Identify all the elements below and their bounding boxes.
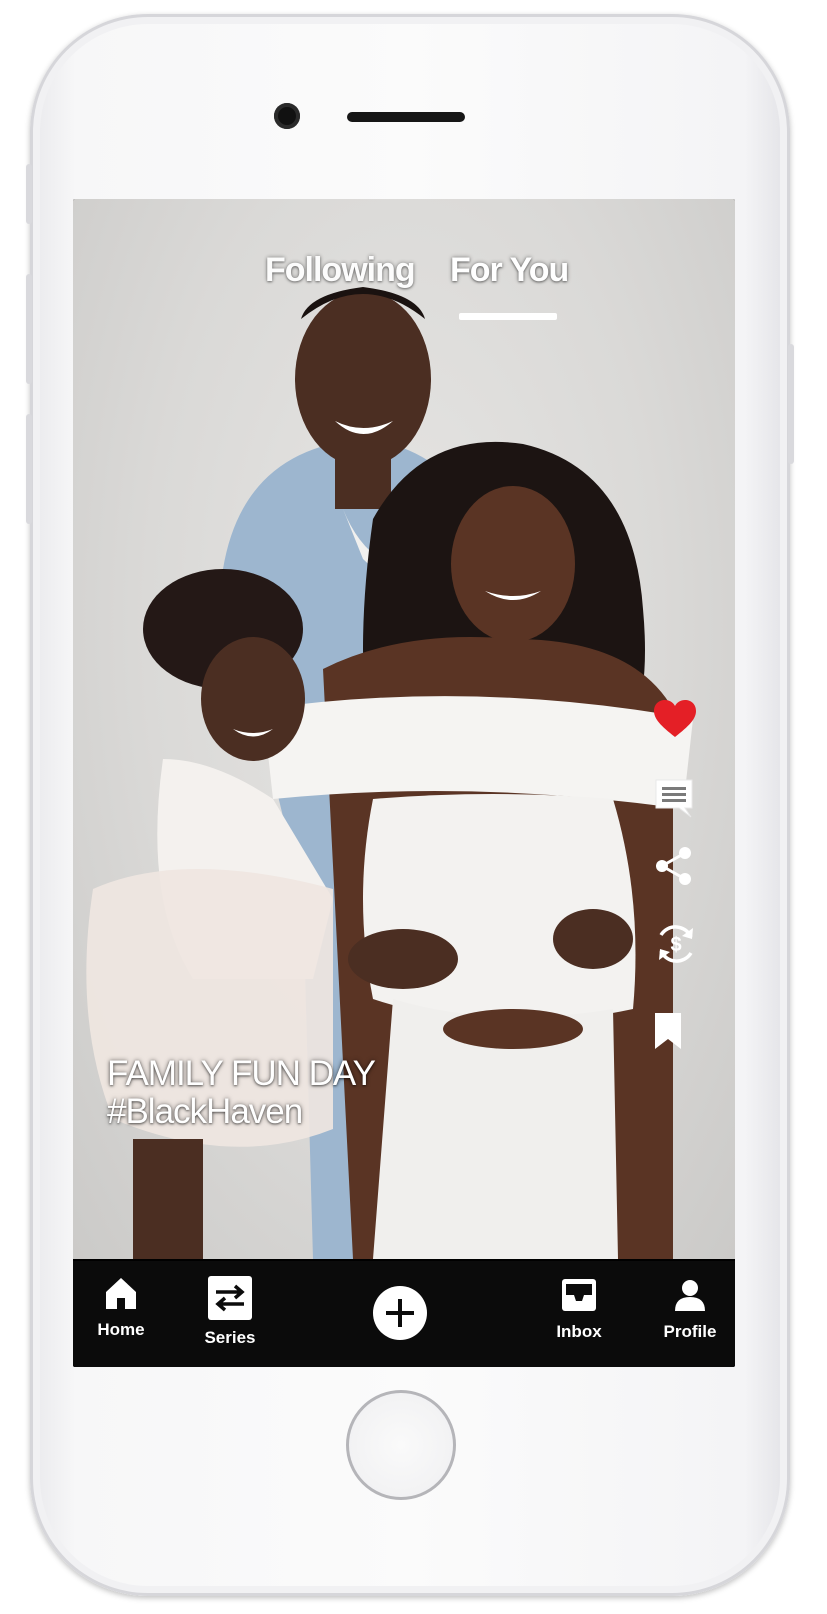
video-caption: FAMILY FUN DAY #BlackHaven bbox=[107, 1054, 376, 1132]
bookmark-icon bbox=[655, 1013, 681, 1049]
front-camera bbox=[274, 103, 300, 129]
tab-following[interactable]: Following bbox=[265, 251, 416, 290]
nav-home[interactable]: Home bbox=[93, 1275, 149, 1340]
repeat-icon bbox=[208, 1276, 252, 1320]
nav-series-label: Series bbox=[204, 1328, 256, 1347]
nav-inbox-label: Inbox bbox=[556, 1322, 602, 1341]
tab-for-you[interactable]: For You bbox=[450, 251, 569, 290]
create-button[interactable] bbox=[372, 1285, 428, 1346]
nav-home-label: Home bbox=[97, 1320, 145, 1339]
tip-button[interactable]: $ bbox=[653, 921, 709, 971]
comment-icon bbox=[655, 779, 693, 818]
nav-series[interactable]: Series bbox=[201, 1275, 259, 1348]
power-button bbox=[788, 344, 794, 464]
home-hardware-button[interactable] bbox=[346, 1390, 456, 1500]
svg-text:$: $ bbox=[670, 934, 681, 956]
volume-up-button bbox=[26, 274, 32, 384]
volume-down-button bbox=[26, 414, 32, 524]
heart-icon bbox=[654, 700, 696, 737]
profile-icon bbox=[675, 1280, 705, 1311]
like-button[interactable] bbox=[653, 699, 709, 749]
plus-icon bbox=[373, 1286, 427, 1340]
earpiece-speaker bbox=[347, 112, 465, 122]
inbox-icon bbox=[562, 1279, 596, 1311]
save-button[interactable] bbox=[653, 1011, 709, 1061]
dollar-refresh-icon: $ bbox=[659, 925, 693, 963]
caption-hashtag[interactable]: #BlackHaven bbox=[107, 1092, 375, 1132]
home-icon bbox=[106, 1278, 136, 1309]
active-tab-indicator bbox=[459, 313, 557, 320]
nav-profile[interactable]: Profile bbox=[659, 1277, 721, 1342]
comment-button[interactable] bbox=[653, 777, 709, 827]
app-screen: Following For You FAMILY FUN DAY #BlackH… bbox=[73, 199, 735, 1367]
share-button[interactable] bbox=[653, 845, 709, 895]
feed-tabs: Following For You bbox=[73, 251, 735, 331]
nav-profile-label: Profile bbox=[663, 1322, 717, 1341]
side-button bbox=[26, 164, 32, 224]
bottom-navigation: Home Series Inbox Profile bbox=[73, 1261, 735, 1367]
nav-inbox[interactable]: Inbox bbox=[549, 1277, 609, 1342]
caption-title: FAMILY FUN DAY bbox=[107, 1054, 376, 1093]
share-icon bbox=[656, 847, 691, 885]
video-photo[interactable]: Following For You FAMILY FUN DAY #BlackH… bbox=[73, 199, 735, 1259]
